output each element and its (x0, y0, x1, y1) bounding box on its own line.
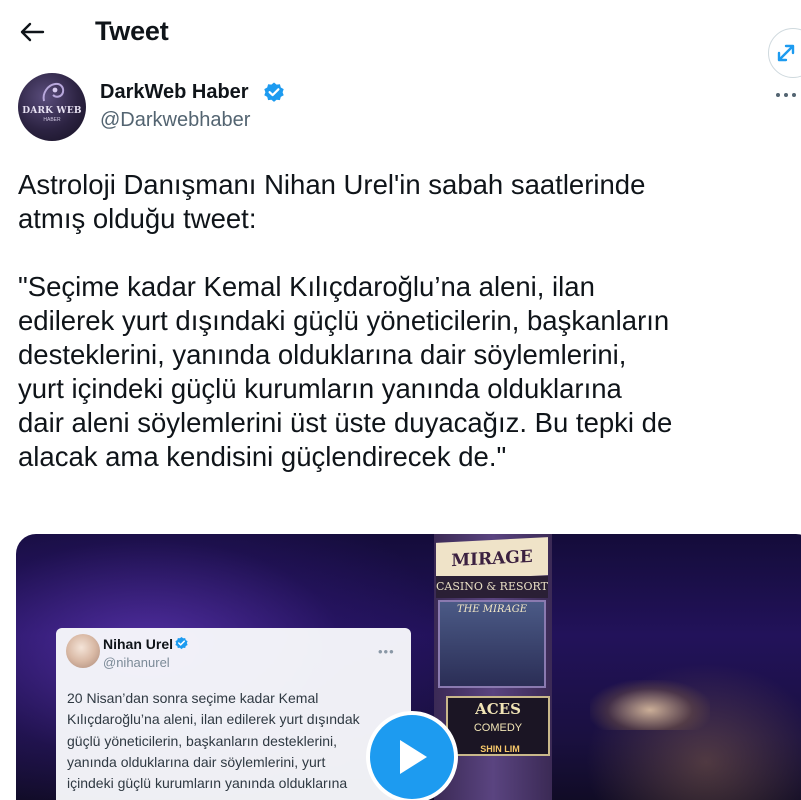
play-button[interactable] (366, 711, 458, 800)
page-title: Tweet (95, 16, 169, 46)
more-dot (784, 93, 788, 97)
darkweb-logo-icon (42, 82, 65, 102)
author-avatar[interactable]: DARK WEB HABER (18, 73, 86, 141)
embedded-tweet-text: 20 Nisan’dan sonra seçime kadar Kemal Kı… (67, 690, 360, 792)
more-dot (792, 93, 796, 97)
author-name[interactable]: DarkWeb Haber (100, 81, 249, 104)
tweet-text: Astroloji Danışmanı Nihan Urel'in sabah … (18, 169, 673, 472)
avatar-label: DARK WEB (22, 106, 82, 116)
casino-resort-sign: CASINO & RESORT (436, 576, 548, 598)
verified-badge-icon (175, 636, 188, 650)
more-dot (776, 93, 780, 97)
tweet-header: Tweet (0, 0, 801, 78)
mirage-sign: MIRAGE (436, 537, 548, 581)
embedded-author-name: Nihan Urel (103, 636, 174, 652)
aces-sign-label: ACES (475, 700, 521, 718)
sign-screen-label: THE MIRAGE (456, 604, 528, 615)
comedy-sign-label: COMEDY (473, 722, 523, 734)
author-handle[interactable]: @Darkwebhaber (100, 109, 250, 132)
embedded-avatar (66, 634, 100, 668)
background-lights (590, 680, 710, 730)
more-options-button[interactable] (776, 90, 801, 100)
back-button[interactable] (14, 14, 50, 50)
play-icon (400, 740, 427, 774)
expand-button[interactable] (768, 28, 801, 78)
shin-lim-label: SHIN LIM (480, 744, 520, 754)
arrow-left-icon (20, 22, 45, 42)
expand-arrows-icon (777, 44, 795, 62)
verified-badge-icon (264, 82, 284, 102)
avatar-sublabel: HABER (43, 117, 61, 123)
embedded-author-handle: @nihanurel (103, 655, 170, 670)
embedded-more-icon: ••• (378, 644, 395, 659)
